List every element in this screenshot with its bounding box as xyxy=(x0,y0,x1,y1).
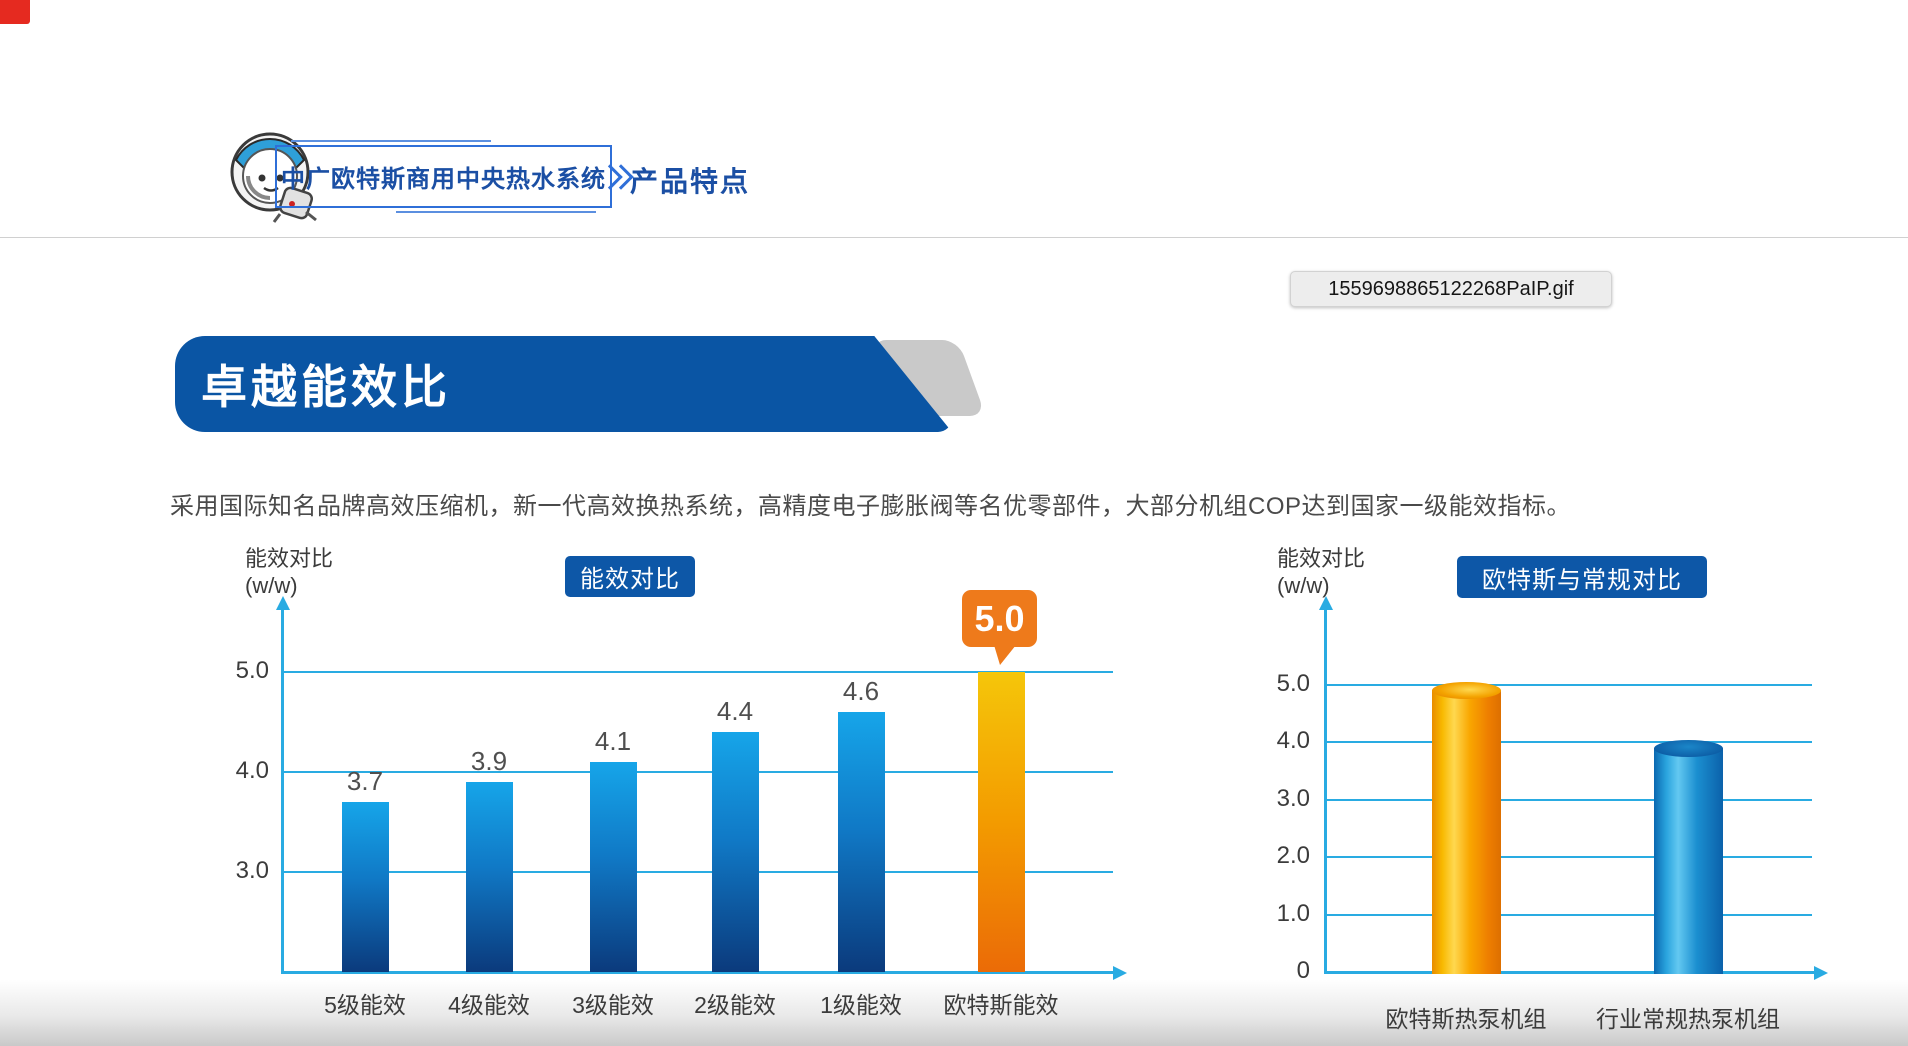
right-chart-cylinder-body xyxy=(1654,748,1723,974)
left-chart-bar xyxy=(590,762,637,972)
left-chart-bar-value: 4.6 xyxy=(821,676,901,707)
left-chart-bar xyxy=(838,712,885,972)
section-title: 卓越能效比 xyxy=(201,336,451,432)
left-chart-bar-value: 4.1 xyxy=(573,726,653,757)
left-chart-bar xyxy=(712,732,759,972)
left-chart-category: 2级能效 xyxy=(665,986,805,1020)
right-chart-y-tick: 4.0 xyxy=(1252,727,1310,755)
section-description: 采用国际知名品牌高效压缩机，新一代高效换热系统，高精度电子膨胀阀等名优零部件，大… xyxy=(170,486,1571,521)
left-chart-category: 4级能效 xyxy=(419,986,559,1020)
left-chart-title-badge: 能效对比 xyxy=(565,556,695,597)
page: 中广欧特斯商用中央热水系统 产品特点 1559698865122268PaIP.… xyxy=(0,0,1908,1046)
left-chart-bar xyxy=(978,672,1025,972)
left-chart-y-tick: 4.0 xyxy=(213,757,269,785)
x-axis-arrow-icon xyxy=(1814,966,1828,980)
right-chart-y-tick: 0 xyxy=(1252,957,1310,985)
right-chart-y-tick: 5.0 xyxy=(1252,670,1310,698)
header-divider xyxy=(0,237,1908,238)
filename-tooltip: 1559698865122268PaIP.gif xyxy=(1290,271,1612,307)
right-chart-y-tick: 1.0 xyxy=(1252,900,1310,928)
left-chart-y-tick: 3.0 xyxy=(213,857,269,885)
left-chart-bar-value: 3.7 xyxy=(325,766,405,797)
right-chart-category: 行业常规热泵机组 xyxy=(1568,1000,1808,1034)
right-chart-y-tick: 3.0 xyxy=(1252,785,1310,813)
left-chart-y-tick: 5.0 xyxy=(213,657,269,685)
right-chart-gridline xyxy=(1326,684,1812,686)
left-chart-bar-value: 4.4 xyxy=(695,696,775,727)
right-chart-gridline xyxy=(1326,856,1812,858)
right-chart-y-tick: 2.0 xyxy=(1252,842,1310,870)
left-chart-category: 3级能效 xyxy=(543,986,683,1020)
left-chart-bar-value: 3.9 xyxy=(449,746,529,777)
x-axis-arrow-icon xyxy=(1113,966,1127,980)
right-chart-gridline xyxy=(1326,741,1812,743)
left-chart-y-axis-label: 能效对比 (w/w) xyxy=(245,545,333,599)
right-chart-category: 欧特斯热泵机组 xyxy=(1346,1000,1586,1034)
left-chart-category: 1级能效 xyxy=(791,986,931,1020)
brand-title-frame: 中广欧特斯商用中央热水系统 xyxy=(275,145,612,208)
right-chart-x-axis xyxy=(1324,971,1814,974)
right-chart-gridline xyxy=(1326,799,1812,801)
left-chart-y-axis xyxy=(281,608,284,974)
right-chart-y-axis xyxy=(1324,608,1327,974)
right-chart-gridline xyxy=(1326,914,1812,916)
right-chart-title-badge: 欧特斯与常规对比 xyxy=(1457,556,1707,598)
record-indicator-icon xyxy=(0,0,30,24)
right-chart-y-axis-label: 能效对比 (w/w) xyxy=(1277,545,1365,599)
right-chart-cylinder-top xyxy=(1654,740,1723,757)
page-tab: 产品特点 xyxy=(630,160,750,200)
left-chart-category: 5级能效 xyxy=(295,986,435,1020)
cop-callout: 5.0 xyxy=(962,590,1037,647)
left-chart-category: 欧特斯能效 xyxy=(931,986,1071,1020)
left-chart-bar xyxy=(466,782,513,972)
right-chart-cylinder-body xyxy=(1432,690,1501,974)
left-chart-bar xyxy=(342,802,389,972)
brand-title: 中广欧特斯商用中央热水系统 xyxy=(277,147,610,206)
cop-callout-tail-icon xyxy=(994,645,1016,665)
